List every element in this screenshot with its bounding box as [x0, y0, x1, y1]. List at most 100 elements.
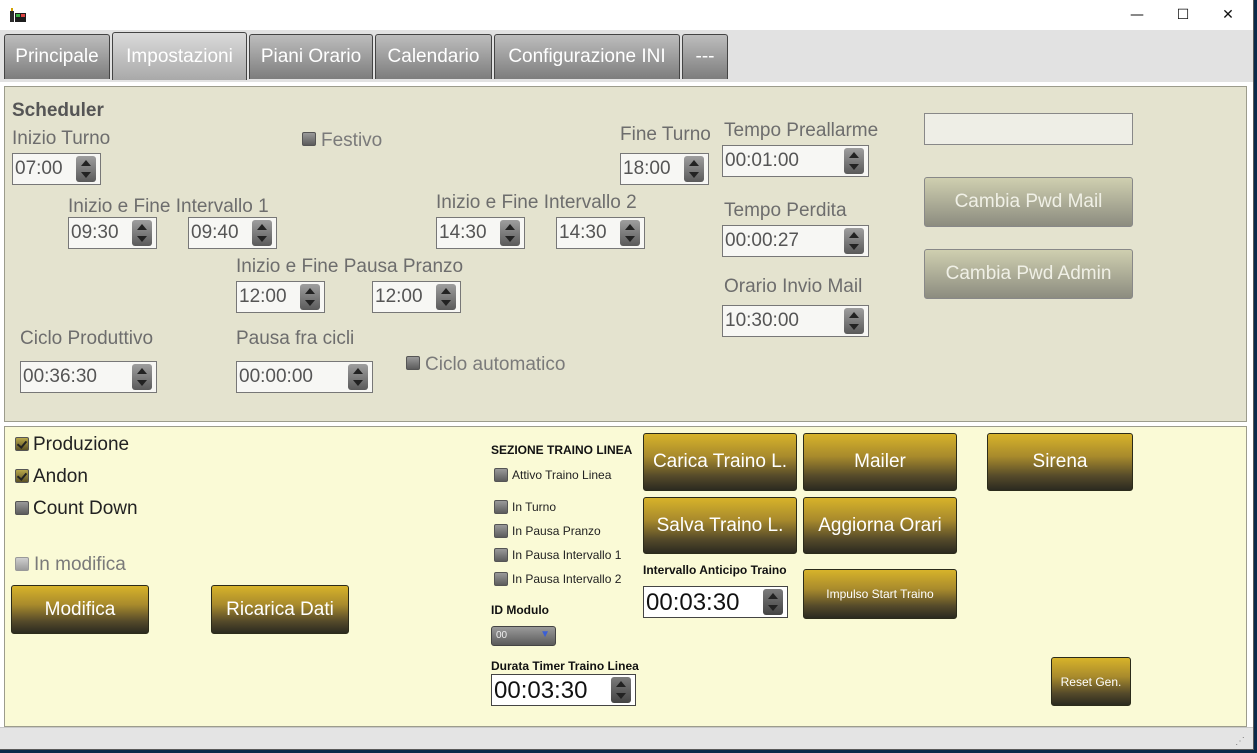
intervallo2-end-spinner[interactable]: 14:30 [556, 217, 645, 249]
tab-principale[interactable]: Principale [4, 34, 110, 79]
spin-arrows-icon[interactable] [76, 156, 96, 182]
spin-arrows-icon[interactable] [132, 364, 152, 390]
in-modifica-checkbox[interactable] [15, 557, 29, 571]
salva-traino-button[interactable]: Salva Traino L. [643, 497, 797, 554]
intervallo2-end-value: 14:30 [559, 222, 607, 243]
in-pausa-pranzo-checkbox [494, 524, 508, 538]
in-turno-checkbox [494, 500, 508, 514]
pausa-cicli-value: 00:00:00 [239, 366, 313, 387]
pausa-cicli-label: Pausa fra cicli [236, 328, 355, 349]
scheduler-panel: Scheduler Inizio Turno 07:00 Festivo Fin… [4, 86, 1247, 422]
id-modulo-value: 00 [496, 630, 508, 641]
fine-turno-spinner[interactable]: 18:00 [620, 153, 709, 185]
ciclo-produttivo-value: 00:36:30 [23, 366, 97, 387]
cambia-pwd-admin-button[interactable]: Cambia Pwd Admin [924, 249, 1133, 299]
fine-turno-label: Fine Turno [620, 124, 711, 145]
attivo-traino-checkbox[interactable] [494, 468, 508, 482]
in-turno-label: In Turno [512, 500, 557, 514]
spin-arrows-icon[interactable] [436, 284, 456, 310]
intervallo1-start-value: 09:30 [71, 222, 119, 243]
intervallo2-label: Inizio e Fine Intervallo 2 [436, 192, 637, 213]
minimize-button[interactable]: — [1114, 0, 1160, 30]
spin-arrows-icon[interactable] [132, 220, 152, 246]
traino-heading: SEZIONE TRAINO LINEA [491, 443, 633, 457]
app-icon [10, 8, 26, 22]
control-panel: Produzione Andon Count Down In modifica … [4, 426, 1247, 727]
password-input[interactable] [924, 113, 1133, 145]
intervallo1-end-value: 09:40 [191, 222, 239, 243]
tab-piani-orario[interactable]: Piani Orario [249, 34, 373, 79]
spin-arrows-icon[interactable] [684, 156, 704, 182]
spin-arrows-icon[interactable] [252, 220, 272, 246]
produzione-checkbox[interactable] [15, 437, 29, 451]
intervallo1-start-spinner[interactable]: 09:30 [68, 217, 157, 249]
tab-impostazioni[interactable]: Impostazioni [112, 32, 247, 80]
tempo-preallarme-spinner[interactable]: 00:01:00 [722, 145, 869, 177]
id-modulo-select[interactable]: 00 ▼ [491, 626, 556, 646]
spin-arrows-icon[interactable] [300, 284, 320, 310]
in-pausa-int2-checkbox [494, 572, 508, 586]
count-down-label: Count Down [33, 498, 138, 519]
ciclo-produttivo-spinner[interactable]: 00:36:30 [20, 361, 157, 393]
pausa-pranzo-label: Inizio e Fine Pausa Pranzo [236, 256, 464, 277]
spin-arrows-icon[interactable] [611, 677, 631, 703]
spin-arrows-icon[interactable] [763, 589, 783, 615]
pausa-pranzo-start-spinner[interactable]: 12:00 [236, 281, 325, 313]
festivo-label: Festivo [321, 130, 383, 151]
close-button[interactable]: ✕ [1205, 0, 1251, 30]
in-modifica-label: In modifica [34, 554, 126, 575]
impulso-start-traino-button[interactable]: Impulso Start Traino [803, 569, 957, 619]
orario-invio-mail-spinner[interactable]: 10:30:00 [722, 305, 869, 337]
spin-arrows-icon[interactable] [844, 228, 864, 254]
festivo-checkbox[interactable] [302, 132, 316, 146]
application-window: — ☐ ✕ Principale Impostazioni Piani Orar… [0, 0, 1254, 750]
inizio-turno-label: Inizio Turno [12, 128, 111, 149]
maximize-button[interactable]: ☐ [1160, 0, 1206, 30]
tab-more[interactable]: --- [682, 34, 728, 79]
in-pausa-int2-label: In Pausa Intervallo 2 [512, 572, 622, 586]
intervallo1-label: Inizio e Fine Intervallo 1 [68, 196, 269, 217]
tempo-perdita-spinner[interactable]: 00:00:27 [722, 225, 869, 257]
andon-checkbox[interactable] [15, 469, 29, 483]
spin-arrows-icon[interactable] [500, 220, 520, 246]
ciclo-produttivo-label: Ciclo Produttivo [20, 328, 154, 349]
pausa-pranzo-end-spinner[interactable]: 12:00 [372, 281, 461, 313]
reset-gen-button[interactable]: Reset Gen. [1051, 657, 1131, 706]
spin-arrows-icon[interactable] [348, 364, 368, 390]
intervallo2-start-spinner[interactable]: 14:30 [436, 217, 525, 249]
title-bar: — ☐ ✕ [0, 0, 1253, 30]
tab-calendario[interactable]: Calendario [375, 34, 492, 79]
pausa-cicli-spinner[interactable]: 00:00:00 [236, 361, 373, 393]
intervallo1-end-spinner[interactable]: 09:40 [188, 217, 277, 249]
anticipo-traino-spinner[interactable]: 00:03:30 [643, 586, 788, 618]
spin-arrows-icon[interactable] [620, 220, 640, 246]
spin-arrows-icon[interactable] [844, 148, 864, 174]
in-pausa-int1-label: In Pausa Intervallo 1 [512, 548, 622, 562]
attivo-traino-label: Attivo Traino Linea [512, 468, 612, 482]
ciclo-automatico-checkbox[interactable] [406, 356, 420, 370]
in-pausa-int1-checkbox [494, 548, 508, 562]
tempo-perdita-label: Tempo Perdita [724, 200, 847, 221]
mailer-button[interactable]: Mailer [803, 433, 957, 491]
inizio-turno-spinner[interactable]: 07:00 [12, 153, 101, 185]
resize-grip-icon[interactable]: ⋰ [1235, 736, 1245, 747]
aggiorna-orari-button[interactable]: Aggiorna Orari [803, 497, 957, 554]
durata-timer-value: 00:03:30 [494, 677, 588, 704]
count-down-checkbox[interactable] [15, 501, 29, 515]
modifica-button[interactable]: Modifica [11, 585, 149, 634]
tab-configurazione-ini[interactable]: Configurazione INI [494, 34, 680, 79]
spin-arrows-icon[interactable] [844, 308, 864, 334]
ricarica-dati-button[interactable]: Ricarica Dati [211, 585, 349, 634]
durata-timer-label: Durata Timer Traino Linea [491, 659, 639, 673]
sirena-button[interactable]: Sirena [987, 433, 1133, 491]
ciclo-automatico-label: Ciclo automatico [425, 354, 566, 375]
anticipo-traino-value: 00:03:30 [646, 589, 740, 616]
pausa-pranzo-start-value: 12:00 [239, 286, 287, 307]
fine-turno-value: 18:00 [623, 158, 671, 179]
in-pausa-pranzo-label: In Pausa Pranzo [512, 524, 601, 538]
scheduler-heading: Scheduler [12, 100, 104, 121]
carica-traino-button[interactable]: Carica Traino L. [643, 433, 797, 491]
tab-strip: Principale Impostazioni Piani Orario Cal… [0, 30, 1253, 82]
cambia-pwd-mail-button[interactable]: Cambia Pwd Mail [924, 177, 1133, 227]
durata-timer-spinner[interactable]: 00:03:30 [491, 674, 636, 706]
